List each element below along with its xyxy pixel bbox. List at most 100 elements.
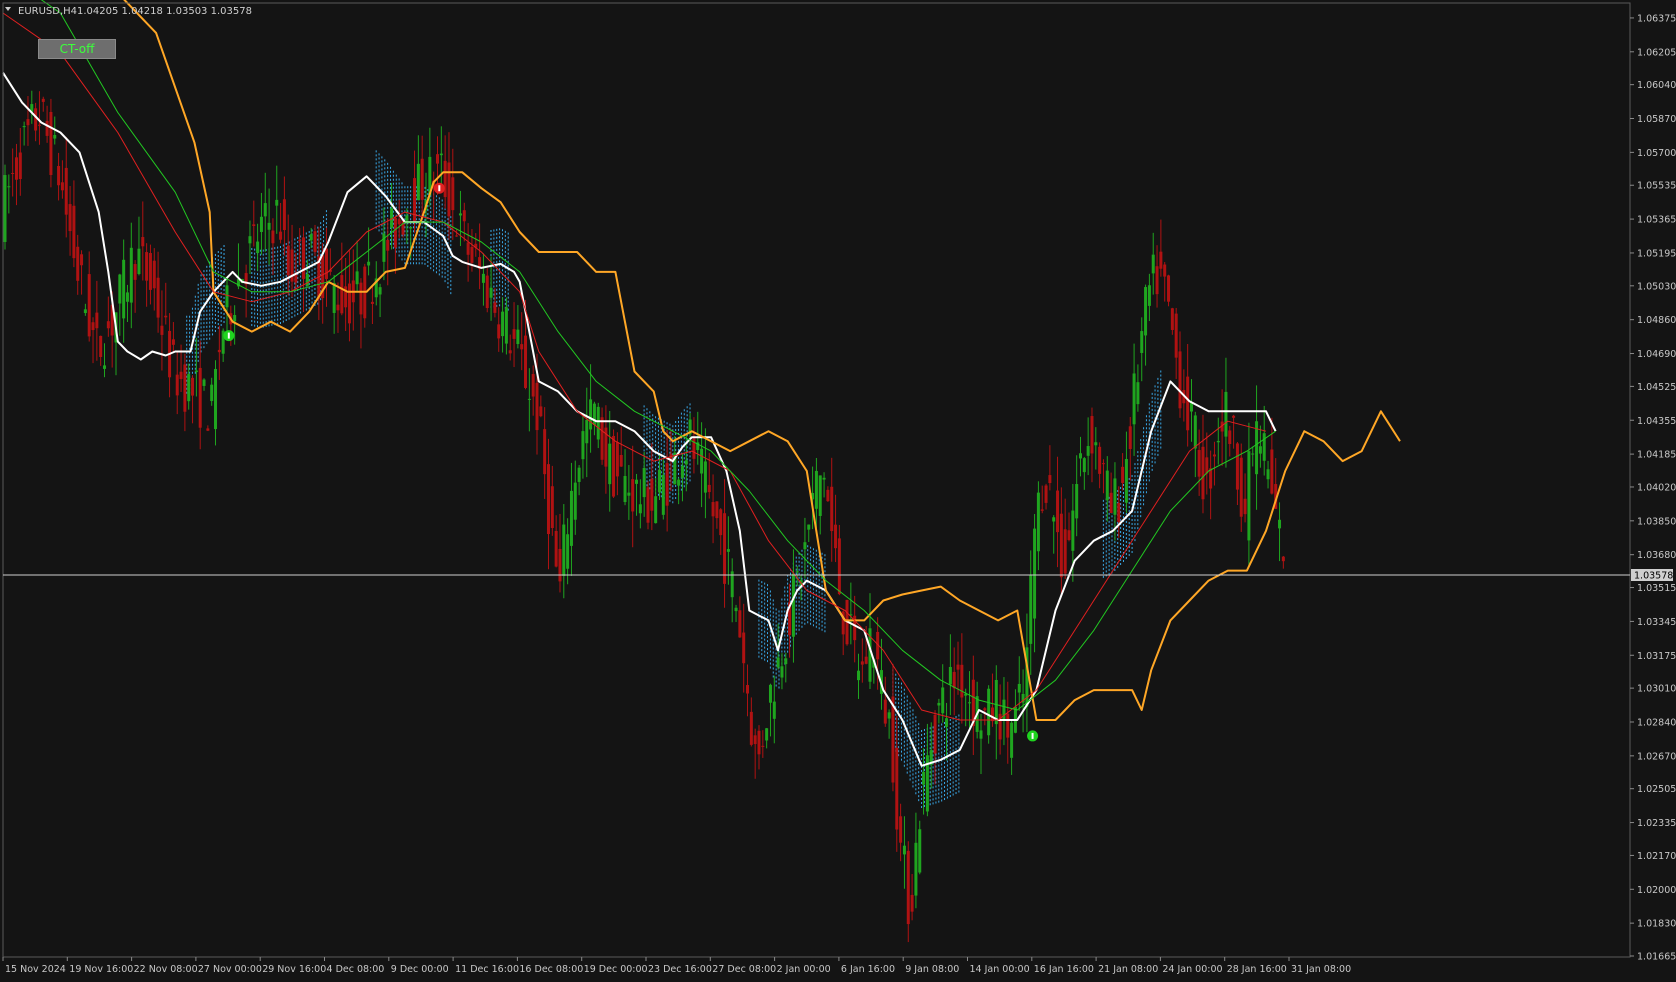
candle-body (76, 246, 80, 281)
candle-body (1178, 351, 1182, 409)
candle-body (1262, 433, 1266, 461)
candle-body (1216, 440, 1220, 443)
candle-body (1278, 519, 1282, 529)
y-tick-label: 1.01665 (1637, 952, 1676, 963)
candle-body (378, 287, 382, 295)
candle-body (1044, 485, 1048, 503)
candle-body (409, 226, 413, 229)
candle-body (1224, 391, 1228, 437)
candle-body (397, 219, 401, 225)
candle-body (948, 666, 952, 685)
candle-body (156, 277, 160, 318)
x-tick-label: 27 Nov 00:00 (198, 964, 262, 975)
candle-body (118, 274, 122, 304)
candle-body (1040, 509, 1044, 511)
candle-body (979, 730, 983, 739)
candle-body (202, 379, 206, 386)
x-tick-label: 24 Jan 00:00 (1162, 964, 1222, 975)
candle-body (546, 464, 550, 535)
ct-toggle-button[interactable]: CT-off (38, 39, 116, 59)
candle-body (34, 108, 38, 131)
candle-body (347, 283, 351, 324)
candle-body (1036, 492, 1040, 552)
candle-body (160, 325, 164, 335)
candle-body (175, 374, 179, 396)
candle-body (933, 714, 937, 754)
candle-body (1056, 490, 1060, 533)
candle-body (860, 661, 864, 665)
candle-body (585, 419, 589, 444)
y-tick-label: 1.03345 (1637, 617, 1676, 628)
symbol-label: EURUSD,H4 (18, 6, 77, 17)
candle-body (225, 285, 229, 308)
candle-body (298, 240, 302, 242)
candle-body (340, 275, 344, 314)
candle-body (22, 126, 26, 128)
y-tick-label: 1.02505 (1637, 784, 1676, 795)
candle-body (405, 215, 409, 221)
y-tick-label: 1.04020 (1637, 482, 1676, 493)
y-tick-label: 1.02000 (1637, 885, 1676, 896)
candle-body (1193, 415, 1197, 449)
candle-body (106, 321, 110, 329)
candle-body (485, 275, 489, 309)
candle-body (768, 684, 772, 703)
candle-body (512, 329, 516, 339)
candle-body (259, 216, 263, 232)
candle-body (1101, 463, 1105, 465)
x-tick-label: 2 Jan 00:00 (777, 964, 831, 975)
y-tick-label: 1.04860 (1637, 315, 1676, 326)
candle-body (589, 399, 593, 430)
candle-body (1212, 454, 1216, 457)
chart-window[interactable]: 1.06375 1.06205 1.06040 1.05870 1.05700 1.055… (0, 0, 1676, 982)
candle-body (803, 542, 807, 550)
candle-body (719, 509, 723, 536)
candle-body (1075, 484, 1079, 519)
candle-body (784, 658, 788, 665)
x-tick-label: 31 Jan 08:00 (1291, 964, 1351, 975)
candle-body (608, 443, 612, 485)
candle-body (772, 701, 776, 719)
candle-body (558, 548, 562, 582)
price-chart[interactable]: 1.06375 1.06205 1.06040 1.05870 1.05700 1.055… (0, 0, 1676, 982)
candle-body (275, 199, 279, 206)
candle-body (864, 656, 868, 664)
candle-body (145, 252, 149, 281)
candle-body (956, 664, 960, 670)
dropdown-triangle-icon[interactable] (5, 7, 11, 11)
buy-signal-glyph (1031, 732, 1034, 739)
candle-body (1121, 466, 1125, 483)
buy-signal-glyph (227, 332, 230, 339)
candle-body (164, 315, 168, 318)
candle-body (746, 685, 750, 694)
y-tick-label: 1.03175 (1637, 651, 1676, 662)
candle-body (122, 259, 126, 319)
candle-body (1232, 415, 1236, 418)
candle-body (1071, 510, 1075, 551)
candle-body (26, 119, 30, 126)
candle-body (386, 239, 390, 251)
candle-body (830, 486, 834, 532)
candle-body (217, 349, 221, 353)
candle-body (642, 467, 646, 498)
candle-body (1258, 446, 1262, 454)
candle-body (332, 283, 336, 313)
x-tick-label: 29 Nov 16:00 (262, 964, 326, 975)
candle-body (665, 463, 669, 506)
candle-body (256, 241, 260, 254)
candle-body (776, 657, 780, 668)
candle-body (600, 417, 604, 460)
candle-body (279, 231, 283, 240)
candle-body (631, 479, 635, 512)
candle-body (531, 374, 535, 397)
candle-body (1243, 498, 1247, 515)
candle-body (325, 248, 329, 279)
candle-body (1063, 529, 1067, 574)
candle-body (1082, 458, 1086, 473)
y-tick-label: 1.05030 (1637, 281, 1676, 292)
candle-body (179, 371, 183, 380)
candle-body (313, 231, 317, 252)
candle-body (1147, 285, 1151, 306)
x-tick-label: 19 Nov 16:00 (69, 964, 133, 975)
candle-body (990, 707, 994, 722)
